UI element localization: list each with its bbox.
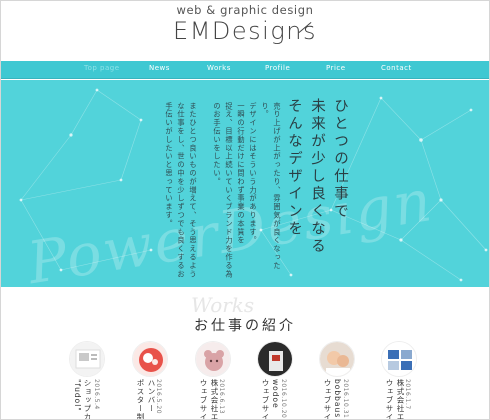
work-thumbnail-2[interactable]	[132, 341, 168, 377]
work-title-2[interactable]: ハンバー ポスター制	[135, 379, 157, 420]
body-line: 手伝いがしたいと思っています。	[165, 102, 174, 228]
nav-top-page[interactable]: Top page	[84, 64, 120, 72]
body-line: 売り上げが上がったり、雰囲気が良くなった	[273, 102, 282, 270]
work-title-line: ハンバー	[147, 379, 156, 413]
work-title-3[interactable]: 株式会社エ ウェブサイ	[198, 379, 220, 420]
nav-profile[interactable]: Profile	[265, 64, 290, 72]
work-thumbnail-6[interactable]	[381, 341, 417, 377]
body-line: り。	[261, 102, 270, 119]
work-title-5[interactable]: bobbaus ウェブサイ	[322, 379, 342, 420]
body-line: またひとつ良いものが増えて、そう思えるよう	[189, 102, 198, 279]
nav-news[interactable]: News	[149, 64, 170, 72]
work-title-line: ウェブサイ	[323, 379, 332, 420]
headline-line: そんなデザインを	[286, 98, 302, 238]
nav-works[interactable]: Works	[207, 64, 231, 72]
body-line: 捉え、目標以上続いていくブランド力を作る為	[225, 102, 234, 279]
headline-line: ひとつの仕事で	[332, 98, 348, 221]
work-title-line: wodoe	[271, 379, 280, 409]
hero-section: PowerDesign ひとつの仕事で 未来が少し良くなる そんなデザインを 売…	[1, 80, 489, 287]
work-date: 2016.5.4	[93, 379, 100, 410]
work-title-line: ポスター制	[136, 379, 145, 420]
work-title-line: ウェブサイ	[385, 379, 394, 420]
body-line: 一瞬の行動だけに問わず事業の本質を	[237, 102, 246, 245]
nav-price[interactable]: Price	[326, 64, 346, 72]
work-title-line: "fudol"	[73, 379, 82, 412]
work-title-line: 株式会社エ	[396, 379, 405, 420]
work-title-6[interactable]: 株式会社エ ウェブサイ	[384, 379, 406, 420]
work-title-line: 株式会社エ	[210, 379, 219, 420]
hero-body-text: 売り上げが上がったり、雰囲気が良くなった り。 デザインにはそういう力があります…	[163, 102, 283, 278]
work-title-1[interactable]: ショップカ "fudol"	[73, 379, 93, 420]
hero-headline: ひとつの仕事で 未来が少し良くなる そんなデザインを	[282, 98, 351, 256]
global-nav: Top page News Works Profile Price Contac…	[1, 61, 489, 79]
work-thumbnail-4[interactable]	[257, 341, 293, 377]
body-line: デザインにはそういう力があります。	[249, 102, 258, 245]
works-section-title: お仕事の紹介	[194, 318, 296, 334]
work-title-line: bobbaus	[333, 379, 342, 419]
work-title-4[interactable]: wodoe ウェブサイ	[260, 379, 280, 420]
work-title-line: ウェブサイ	[199, 379, 208, 420]
headline-line: 未来が少し良くなる	[309, 98, 325, 256]
body-line: な仕事をし、世の中を少しずつでも良くするお	[177, 102, 186, 279]
works-watermark: Works	[191, 293, 255, 317]
body-line: のお手伝いをしたい。	[213, 102, 222, 186]
nav-contact[interactable]: Contact	[381, 64, 412, 72]
site-tagline: web & graphic design	[176, 3, 314, 17]
work-date: 2016.10.20	[280, 379, 287, 419]
work-title-line: ウェブサイ	[261, 379, 270, 420]
work-thumbnail-5[interactable]	[319, 341, 355, 377]
work-thumbnail-1[interactable]	[69, 341, 105, 377]
page-frame: web & graphic design EMDesigns Top page …	[0, 0, 490, 420]
work-thumbnail-3[interactable]	[195, 341, 231, 377]
site-logo[interactable]: EMDesigns	[1, 17, 489, 45]
body-line	[199, 102, 211, 278]
work-date: 2016.10.31	[342, 379, 349, 419]
work-title-line: ショップカ	[83, 379, 92, 420]
